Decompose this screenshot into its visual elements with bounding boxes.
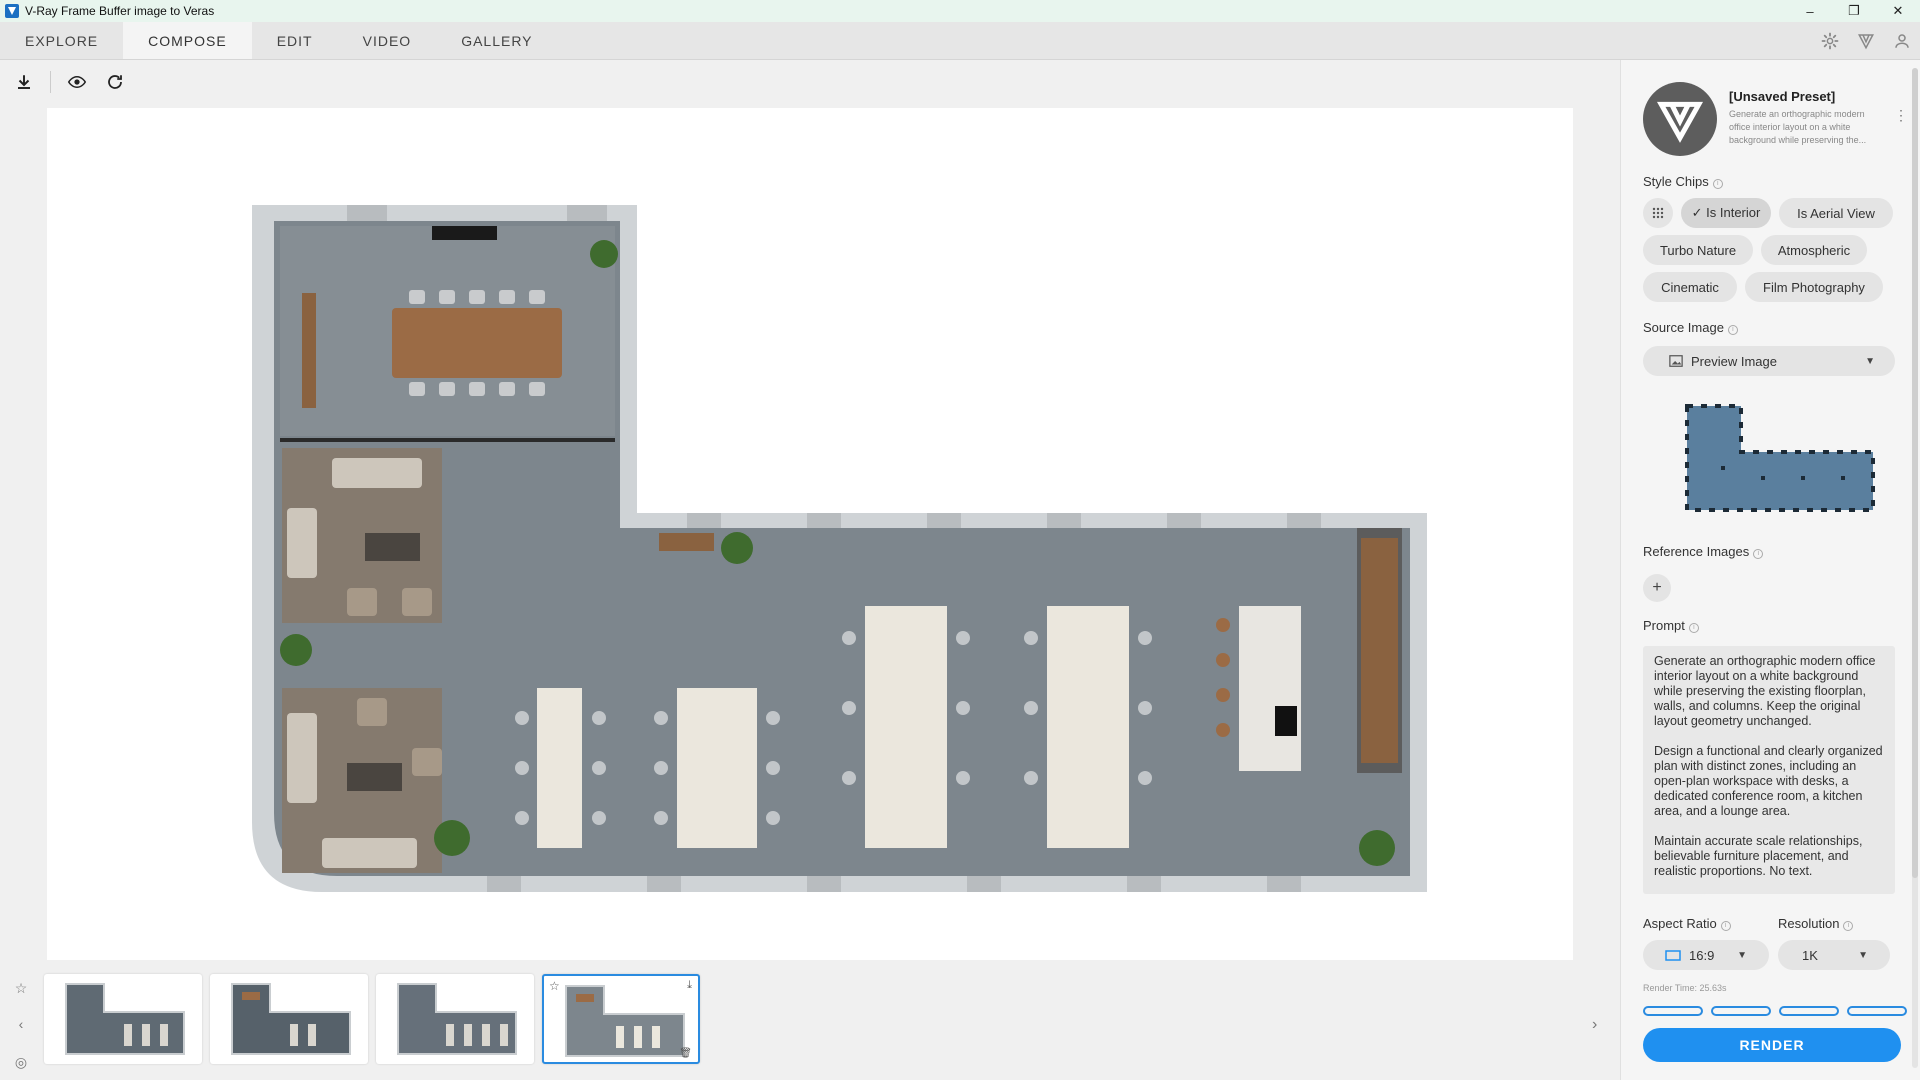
gallery-thumbnail-selected[interactable]: ☆ ⤓ 🗑 (542, 974, 700, 1064)
grid-menu-icon[interactable] (1643, 198, 1673, 228)
refresh-icon[interactable] (103, 70, 127, 94)
reference-images-label: Reference Images i (1643, 544, 1764, 559)
tab-compose[interactable]: COMPOSE (123, 22, 252, 59)
add-reference-image-button[interactable]: + (1643, 574, 1671, 602)
render-button[interactable]: RENDER (1643, 1028, 1901, 1062)
preset-menu-icon[interactable]: ⋮ (1894, 108, 1908, 122)
chevron-left-icon[interactable]: ‹ (10, 1016, 32, 1032)
tab-edit[interactable]: EDIT (252, 22, 338, 59)
thumbnail-star-icon[interactable]: ☆ (549, 979, 560, 993)
office-floor-plan-image (252, 205, 1427, 892)
download-icon[interactable] (12, 70, 36, 94)
thumbnail-delete-icon[interactable]: 🗑 (679, 1048, 692, 1059)
render-progress (1643, 1006, 1907, 1016)
prompt-paragraph: Maintain accurate scale relationships, b… (1654, 834, 1863, 878)
window-title: V-Ray Frame Buffer image to Veras (25, 4, 215, 18)
info-icon[interactable]: i (1727, 325, 1738, 335)
resolution-label: Resolution i (1778, 916, 1854, 931)
info-icon[interactable]: i (1688, 623, 1699, 633)
source-image-dropdown[interactable]: Preview Image ▼ (1643, 346, 1895, 376)
aspect-ratio-icon (1665, 949, 1681, 961)
resolution-value: 1K (1802, 947, 1818, 963)
chip-atmospheric[interactable]: Atmospheric (1761, 235, 1867, 265)
source-image-value: Preview Image (1691, 353, 1777, 369)
gallery-thumbnail[interactable] (44, 974, 202, 1064)
app-icon (5, 4, 19, 18)
info-icon[interactable]: i (1843, 921, 1854, 931)
toolbar-divider (50, 71, 51, 93)
info-icon[interactable]: i (1753, 549, 1764, 559)
render-canvas[interactable] (47, 108, 1573, 960)
source-image-preview (1685, 404, 1875, 512)
tab-explore[interactable]: EXPLORE (0, 22, 123, 59)
render-time: Render Time: 25.63s (1643, 983, 1727, 993)
prompt-paragraph: Design a functional and clearly organize… (1654, 744, 1883, 818)
prompt-label: Prompt i (1643, 618, 1699, 633)
thumbnail-download-icon[interactable]: ⤓ (687, 979, 692, 992)
eye-preview-icon[interactable] (65, 70, 89, 94)
visibility-toggle-icon[interactable]: ◎ (10, 1054, 32, 1071)
aspect-ratio-dropdown[interactable]: 16:9 ▼ (1643, 940, 1769, 970)
preset-header: [Unsaved Preset] Generate an orthographi… (1643, 82, 1908, 162)
tab-gallery[interactable]: GALLERY (436, 22, 557, 59)
preset-title: [Unsaved Preset] (1729, 89, 1836, 104)
canvas-toolbar (0, 60, 1600, 104)
progress-segment (1711, 1006, 1771, 1016)
chevron-right-icon[interactable]: › (1592, 1016, 1597, 1034)
info-icon[interactable]: i (1712, 179, 1723, 189)
scrollbar-thumb[interactable] (1912, 68, 1918, 878)
user-account-icon[interactable] (1890, 29, 1914, 53)
settings-panel: [Unsaved Preset] Generate an orthographi… (1620, 60, 1920, 1080)
window-controls: – ❐ ✕ (1788, 0, 1920, 22)
close-button[interactable]: ✕ (1876, 0, 1920, 22)
image-icon (1669, 354, 1683, 368)
caret-down-icon: ▼ (1865, 355, 1875, 367)
aspect-ratio-value: 16:9 (1689, 947, 1715, 963)
aspect-ratio-label: Aspect Ratio i (1643, 916, 1731, 931)
source-image-label: Source Image i (1643, 320, 1738, 335)
caret-down-icon: ▼ (1858, 949, 1868, 961)
main-nav: EXPLORE COMPOSE EDIT VIDEO GALLERY (0, 22, 1920, 60)
nav-icons (1818, 22, 1914, 60)
settings-gear-icon[interactable] (1818, 29, 1842, 53)
panel-scrollbar[interactable] (1912, 68, 1918, 1068)
prompt-paragraph: Generate an orthographic modern office i… (1654, 654, 1876, 728)
favorite-star-icon[interactable]: ☆ (10, 980, 32, 997)
minimize-button[interactable]: – (1788, 0, 1832, 22)
gallery-thumbnail[interactable] (376, 974, 534, 1064)
chip-cinematic[interactable]: Cinematic (1643, 272, 1737, 302)
veras-logo-icon[interactable] (1854, 29, 1878, 53)
progress-segment (1847, 1006, 1907, 1016)
progress-segment (1779, 1006, 1839, 1016)
resolution-dropdown[interactable]: 1K ▼ (1778, 940, 1890, 970)
progress-segment (1643, 1006, 1703, 1016)
gallery-strip: ☆ ‹ ◎ ☆ ⤓ 🗑 › (0, 970, 1615, 1080)
chip-is-aerial-view[interactable]: Is Aerial View (1779, 198, 1893, 228)
info-icon[interactable]: i (1720, 921, 1731, 931)
gallery-thumbnail[interactable] (210, 974, 368, 1064)
chip-film-photography[interactable]: Film Photography (1745, 272, 1883, 302)
tab-video[interactable]: VIDEO (338, 22, 437, 59)
chip-turbo-nature[interactable]: Turbo Nature (1643, 235, 1753, 265)
preset-description: Generate an orthographic modern office i… (1729, 109, 1867, 145)
style-chips-label: Style Chips i (1643, 174, 1723, 189)
veras-logo-icon (1643, 82, 1717, 156)
chip-is-interior[interactable]: ✓ Is Interior (1681, 198, 1771, 228)
caret-down-icon: ▼ (1737, 949, 1747, 961)
title-bar: V-Ray Frame Buffer image to Veras – ❐ ✕ (0, 0, 1920, 22)
prompt-textarea[interactable]: Generate an orthographic modern office i… (1643, 646, 1895, 894)
maximize-button[interactable]: ❐ (1832, 0, 1876, 22)
